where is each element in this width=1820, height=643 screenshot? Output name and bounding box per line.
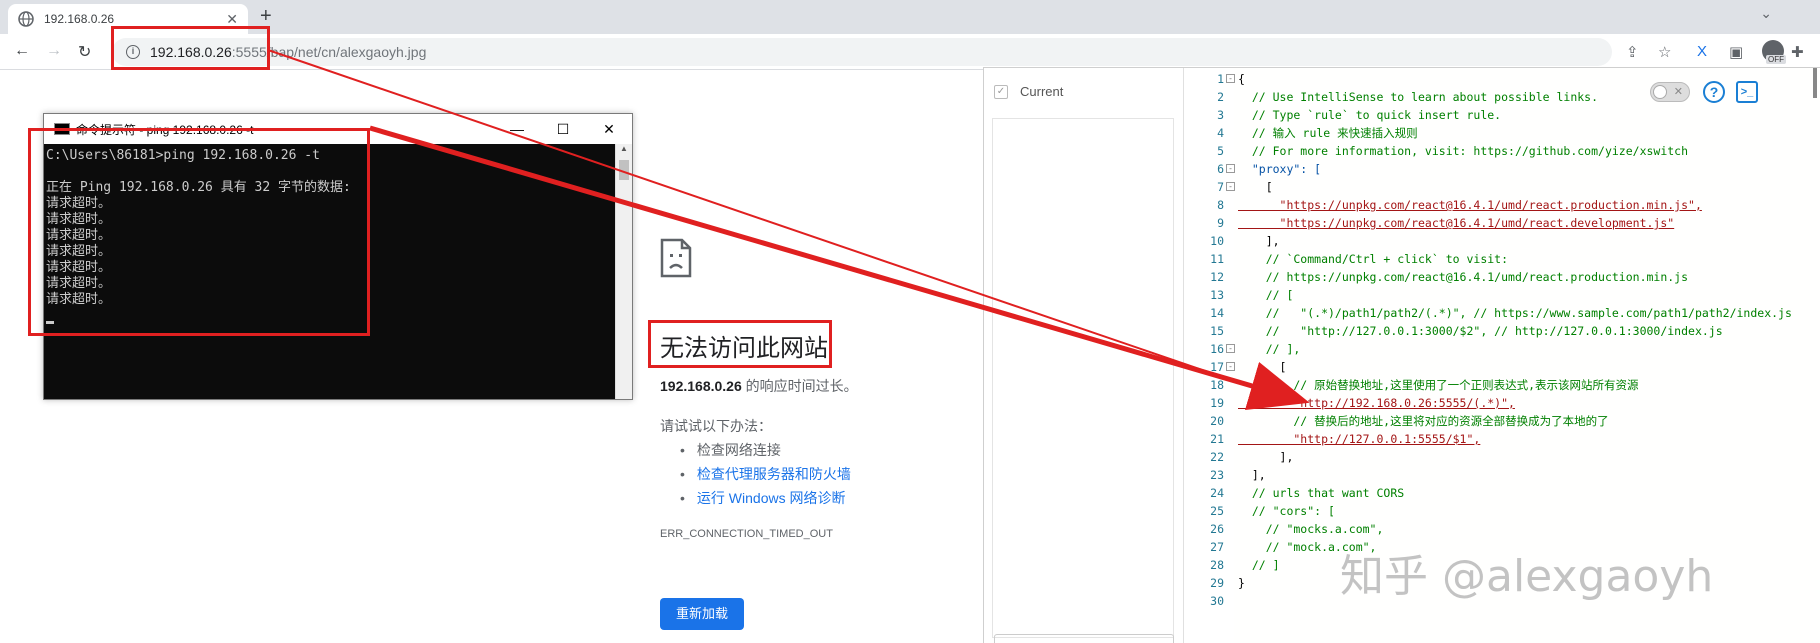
arrow-thin <box>267 49 1291 401</box>
watermark: 知乎 @alexgaoyh <box>1340 551 1714 602</box>
arrow-thick <box>369 125 1310 410</box>
screenshot-root: 192.168.0.26 ✕ + ⌄ ← → ↻ i 192.168.0.26:… <box>0 0 1820 643</box>
